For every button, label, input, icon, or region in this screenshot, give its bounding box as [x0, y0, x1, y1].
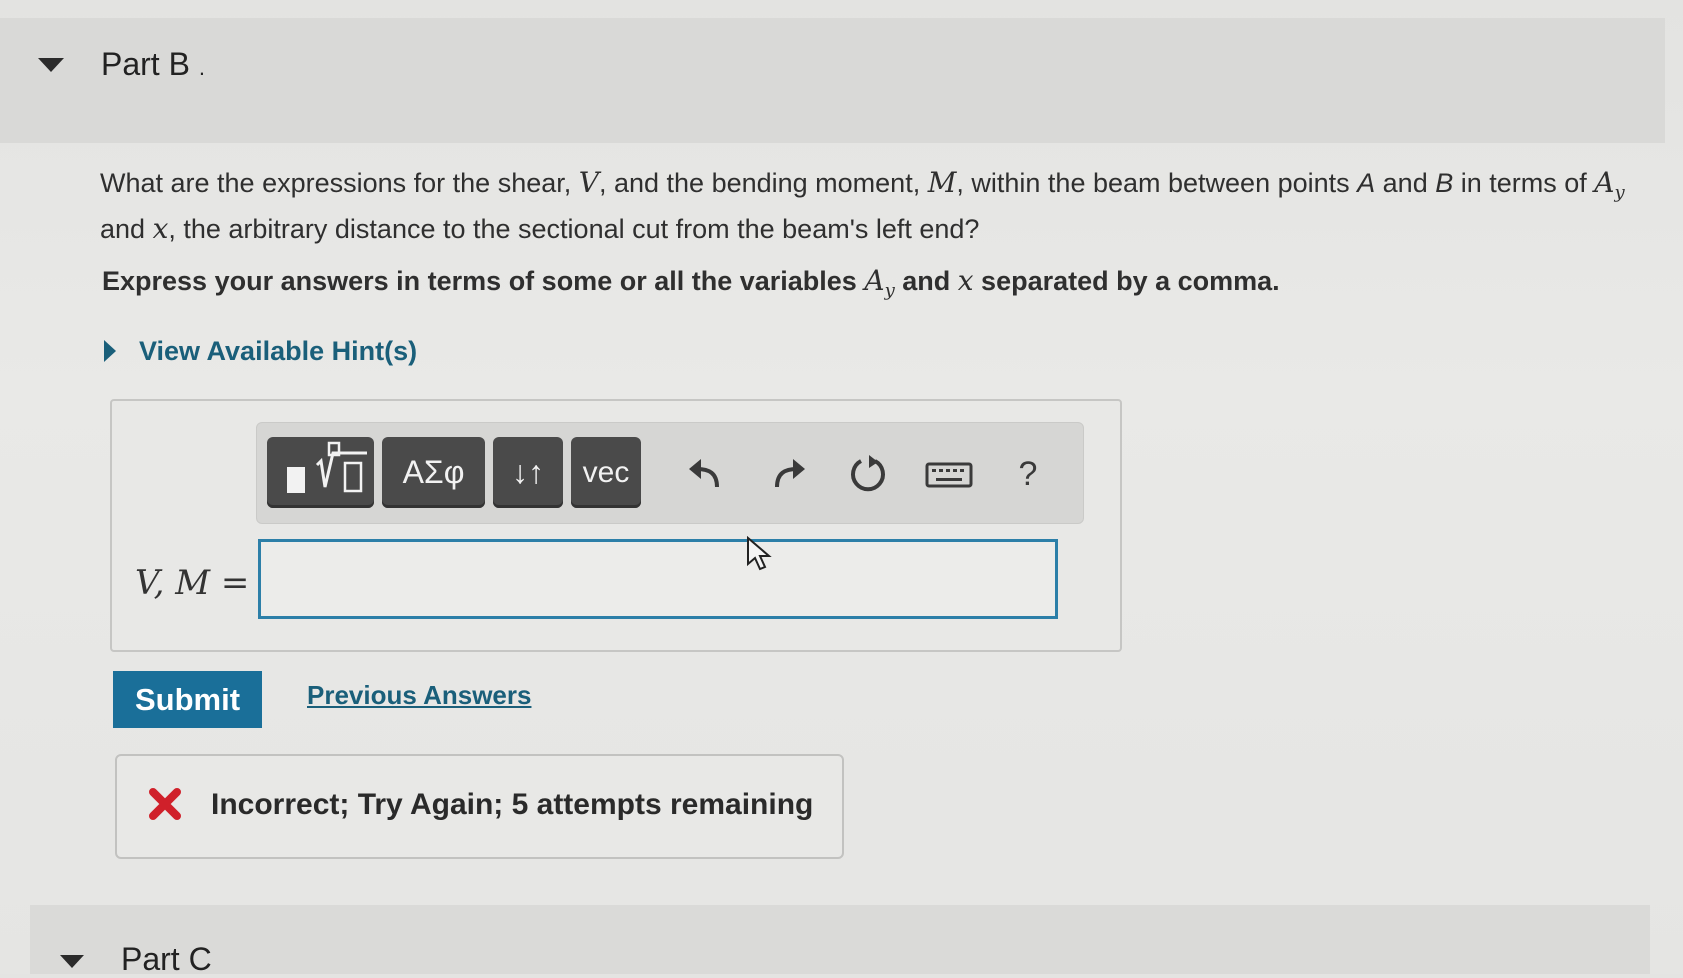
distance-variable: x: [957, 264, 974, 297]
templates-button[interactable]: [267, 437, 374, 508]
caret-right-icon: [104, 340, 116, 362]
feedback-text: Incorrect; Try Again; 5 attempts remaini…: [211, 788, 814, 821]
question-fragment: , the arbitrary distance to the sectiona…: [168, 214, 980, 244]
moment-variable: M: [927, 166, 957, 199]
error-x-icon: [149, 788, 181, 820]
reaction-subscript: y: [884, 280, 895, 301]
redo-icon: [775, 459, 805, 488]
submit-button[interactable]: Submit: [113, 671, 262, 728]
reaction-variable: A: [864, 264, 885, 297]
previous-answers-link[interactable]: Previous Answers: [307, 680, 531, 711]
part-c-header: [30, 905, 1650, 974]
question-fragment: and: [1375, 168, 1436, 198]
part-title-text: Part B: [101, 46, 190, 82]
reaction-variable: A: [1594, 166, 1615, 199]
vector-button[interactable]: vec: [571, 437, 641, 508]
keyboard-button[interactable]: [921, 451, 977, 497]
templates-icon: [287, 441, 367, 493]
point-b: B: [1435, 168, 1454, 198]
shear-variable: V: [578, 166, 599, 199]
undo-icon: [689, 459, 719, 488]
reset-icon: [851, 455, 885, 492]
feedback-message: Incorrect; Try Again; 5 attempts remaini…: [115, 754, 844, 859]
question-fragment: , within the beam between points: [956, 168, 1358, 198]
part-b-collapse-toggle[interactable]: [38, 58, 64, 72]
help-button[interactable]: ?: [1005, 451, 1051, 497]
greek-symbols-label: ΑΣφ: [402, 454, 465, 490]
undo-button[interactable]: [683, 451, 729, 497]
instruction-fragment: and: [894, 266, 958, 296]
answer-instruction: Express your answers in terms of some or…: [102, 264, 1280, 301]
mouse-cursor-icon: [747, 536, 772, 571]
question-fragment: and: [100, 214, 153, 244]
page: Part B . What are the expressions for th…: [0, 0, 1683, 977]
reset-button[interactable]: [845, 451, 891, 497]
view-hints-label: View Available Hint(s): [139, 336, 418, 366]
arrows-button[interactable]: ↓↑: [493, 437, 563, 508]
greek-symbols-button[interactable]: ΑΣφ: [382, 437, 485, 508]
help-label: ?: [1018, 455, 1038, 493]
part-title: Part B .: [101, 46, 205, 83]
point-a: A: [1357, 168, 1376, 198]
redo-button[interactable]: [765, 451, 811, 497]
part-b-header: [0, 18, 1665, 143]
answer-variable-label: V, M =: [135, 563, 250, 603]
math-toolbar: ΑΣφ ↓↑ vec ?: [256, 422, 1084, 524]
instruction-fragment: Express your answers in terms of some or…: [102, 266, 865, 296]
keyboard-icon: [925, 462, 973, 488]
question-fragment: , and the bending moment,: [598, 168, 928, 198]
question-text: What are the expressions for the shear, …: [100, 165, 1660, 247]
part-c-title: Part C: [121, 941, 212, 977]
vector-label: vec: [582, 456, 630, 489]
question-fragment: in terms of: [1453, 168, 1595, 198]
arrows-label: ↓↑: [512, 454, 544, 490]
distance-variable: x: [152, 212, 169, 245]
part-c-collapse-toggle[interactable]: [60, 955, 84, 968]
part-title-suffix: .: [198, 55, 205, 80]
instruction-fragment: separated by a comma.: [973, 266, 1280, 296]
question-fragment: What are the expressions for the shear,: [100, 168, 579, 198]
answer-input[interactable]: [258, 539, 1058, 619]
reaction-subscript: y: [1614, 182, 1625, 203]
